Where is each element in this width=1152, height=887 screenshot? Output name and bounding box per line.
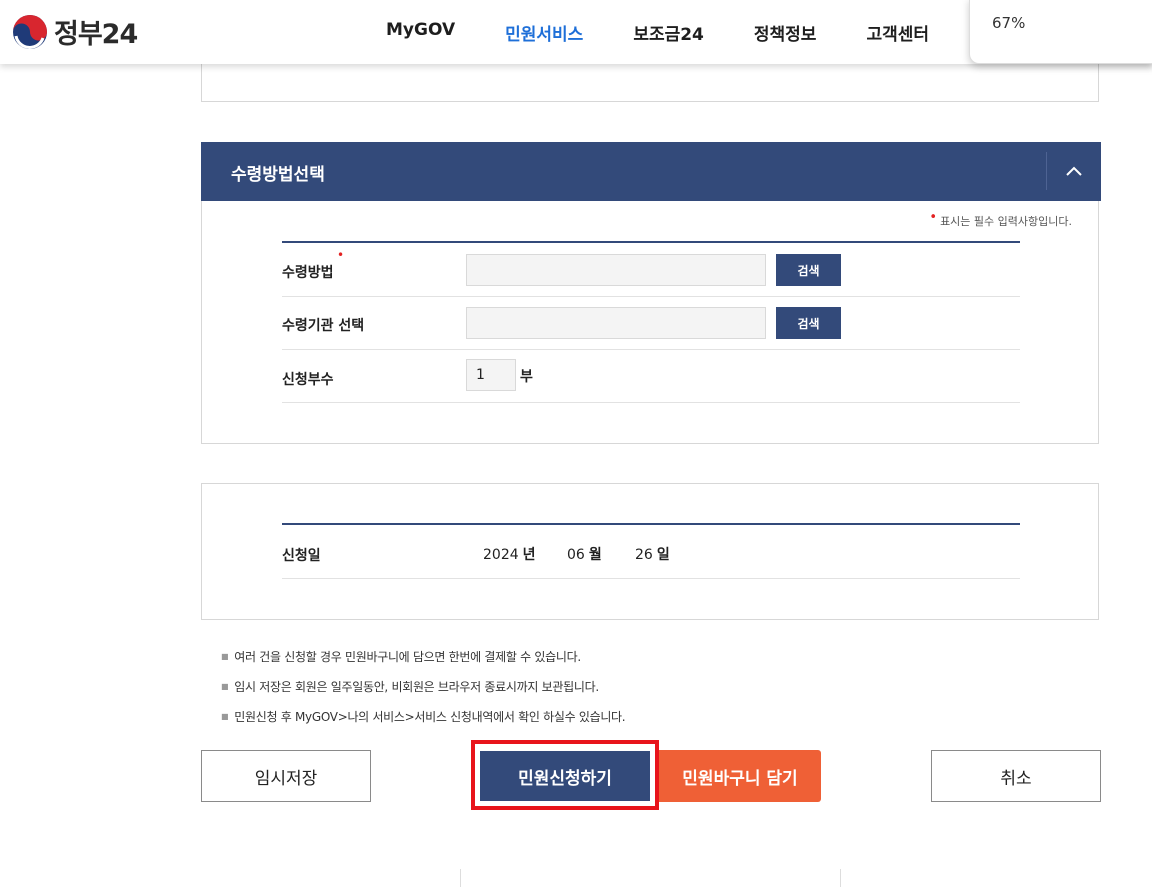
notice-item: ■ 민원신청 후 MyGOV>나의 서비스>서비스 신청내역에서 확인 하실수 있… <box>221 710 626 724</box>
taegeuk-logo-icon <box>13 14 47 49</box>
nav-policy-info[interactable]: 정책정보 <box>754 20 817 45</box>
date-month: 06 월 <box>567 547 602 563</box>
nav-civil-service[interactable]: 민원서비스 <box>505 20 583 45</box>
table-top-border <box>282 241 1020 243</box>
table-top-border <box>282 523 1020 525</box>
required-field-note: • 표시는 필수 입력사항입니다. <box>929 210 1072 228</box>
notice-item: ■ 여러 건을 신청할 경우 민원바구니에 담으면 한번에 결제할 수 있습니다. <box>221 650 581 664</box>
apply-button[interactable]: 민원신청하기 <box>479 750 651 802</box>
cancel-button[interactable]: 취소 <box>931 750 1101 802</box>
receive-method-input[interactable] <box>466 254 766 286</box>
collapse-toggle-button[interactable] <box>1046 152 1101 190</box>
section-title: 수령방법선택 <box>231 165 325 185</box>
bullet-icon: ■ <box>221 682 229 691</box>
site-logo[interactable]: 정부24 <box>12 12 138 51</box>
copies-label: 신청부수 <box>282 372 334 388</box>
copies-input[interactable]: 1 <box>466 359 516 391</box>
required-dot-icon: • <box>929 210 938 225</box>
add-to-basket-button[interactable]: 민원바구니 담기 <box>659 750 821 802</box>
receive-method-label: 수령방법 <box>282 265 334 281</box>
nav-customer-center[interactable]: 고객센터 <box>866 20 929 45</box>
logo-text: 정부24 <box>54 19 138 50</box>
receive-method-section-header: 수령방법선택 <box>201 142 1101 201</box>
nav-subsidy24[interactable]: 보조금24 <box>633 20 704 45</box>
footer-divider <box>840 869 841 887</box>
temp-save-button[interactable]: 임시저장 <box>201 750 371 802</box>
chevron-up-icon <box>1066 166 1082 176</box>
notice-item: ■ 임시 저장은 회원은 일주일동안, 비회원은 브라우저 종료시까지 보관됩니다… <box>221 680 599 694</box>
row-divider <box>282 296 1020 297</box>
receive-agency-input[interactable] <box>466 307 766 339</box>
row-divider <box>282 402 1020 403</box>
date-day: 26 일 <box>635 547 670 563</box>
row-divider <box>282 578 1020 579</box>
receive-agency-label: 수령기관 선택 <box>282 318 365 334</box>
required-dot-icon: • <box>337 248 345 262</box>
bullet-icon: ■ <box>221 652 229 661</box>
receive-method-search-button[interactable]: 검색 <box>776 254 841 286</box>
date-year: 2024 년 <box>483 547 536 563</box>
zoom-level-popup: 67% <box>969 0 1152 64</box>
zoom-level-text: 67% <box>992 14 1026 32</box>
application-date-label: 신청일 <box>282 548 321 564</box>
row-divider <box>282 349 1020 350</box>
footer-divider <box>460 869 461 887</box>
main-nav: MyGOV 민원서비스 보조금24 정책정보 고객센터 <box>386 20 979 45</box>
bullet-icon: ■ <box>221 712 229 721</box>
copies-unit: 부 <box>520 369 533 385</box>
receive-agency-search-button[interactable]: 검색 <box>776 307 841 339</box>
nav-mygov[interactable]: MyGOV <box>386 20 455 45</box>
